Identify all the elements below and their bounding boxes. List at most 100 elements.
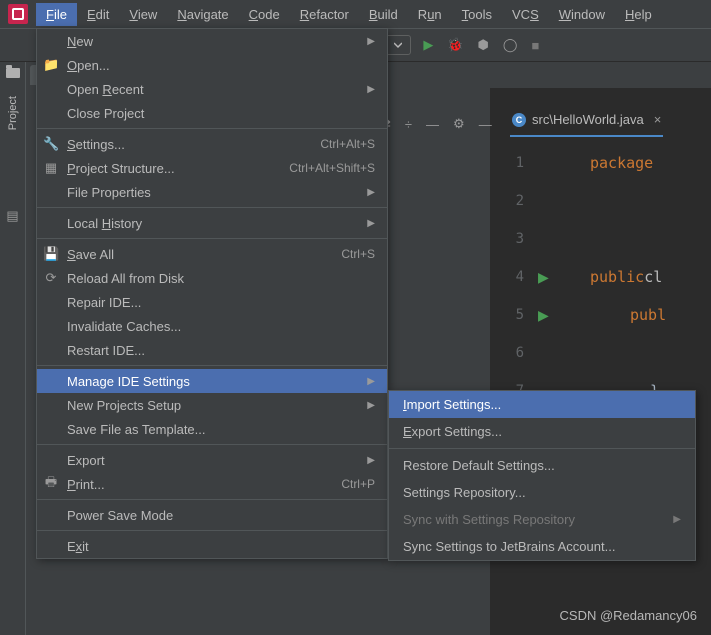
gear-icon[interactable]: ⚙ bbox=[453, 116, 465, 132]
label: Restore Default Settings... bbox=[403, 458, 555, 473]
debug-icon[interactable]: 🐞 bbox=[447, 37, 463, 53]
submenuitem-export-settings[interactable]: Export Settings... bbox=[389, 418, 695, 445]
line-num: 1 bbox=[516, 144, 530, 182]
run-gutter: ▶ ▶ bbox=[538, 144, 558, 334]
separator bbox=[37, 444, 387, 445]
file-icon[interactable]: ▤ bbox=[6, 208, 18, 224]
folder-icon: 📁 bbox=[43, 57, 59, 73]
label: Settings Repository... bbox=[403, 485, 526, 500]
code-token: publ bbox=[630, 306, 666, 324]
submenuitem-restore-default-settings[interactable]: Restore Default Settings... bbox=[389, 452, 695, 479]
menu-navigate[interactable]: Navigate bbox=[167, 3, 238, 26]
menu-edit[interactable]: Edit bbox=[77, 3, 119, 26]
editor-toolbar: ⇄ ÷ — ⚙ — bbox=[380, 116, 492, 132]
chevron-down-icon bbox=[394, 41, 402, 49]
separator bbox=[389, 448, 695, 449]
separator bbox=[37, 238, 387, 239]
stop-icon[interactable]: ■ bbox=[531, 38, 539, 53]
menu-help[interactable]: Help bbox=[615, 3, 662, 26]
editor-tab[interactable]: C src\HelloWorld.java × bbox=[510, 108, 663, 137]
shortcut: Ctrl+S bbox=[341, 247, 375, 261]
label: File Properties bbox=[67, 185, 151, 200]
menu-code[interactable]: Code bbox=[239, 3, 290, 26]
menuitem-open[interactable]: 📁 Open... bbox=[37, 53, 387, 77]
intellij-logo-icon bbox=[8, 4, 28, 24]
code-token: package bbox=[590, 154, 653, 172]
label: Open Recent bbox=[67, 82, 144, 97]
menuitem-power-save-mode[interactable]: Power Save Mode bbox=[37, 503, 387, 527]
menuitem-close-project[interactable]: Close Project bbox=[37, 101, 387, 125]
run-icon[interactable]: ▶ bbox=[423, 37, 433, 53]
code-token: cl bbox=[644, 268, 662, 286]
label: Invalidate Caches... bbox=[67, 319, 181, 334]
menuitem-save-file-as-template[interactable]: Save File as Template... bbox=[37, 417, 387, 441]
coverage-icon[interactable]: ⬢ bbox=[478, 37, 489, 53]
menuitem-export[interactable]: Export ▶ bbox=[37, 448, 387, 472]
submenu-arrow-icon: ▶ bbox=[367, 455, 375, 466]
menuitem-local-history[interactable]: Local History▶ bbox=[37, 211, 387, 235]
submenuitem-import-settings[interactable]: Import Settings... bbox=[389, 391, 695, 418]
menu-refactor[interactable]: Refactor bbox=[290, 3, 359, 26]
file-name: src\HelloWorld.java bbox=[532, 112, 644, 127]
submenuitem-sync-settings-to-jetbrains-account[interactable]: Sync Settings to JetBrains Account... bbox=[389, 533, 695, 560]
label: Repair IDE... bbox=[67, 295, 141, 310]
left-sidebar: Project ▤ bbox=[0, 62, 26, 635]
menuitem-open-recent[interactable]: Open Recent ▶ bbox=[37, 77, 387, 101]
menuitem-settings[interactable]: 🔧Settings...Ctrl+Alt+S bbox=[37, 132, 387, 156]
line-num: 5 bbox=[516, 296, 530, 334]
folder-icon[interactable] bbox=[6, 68, 20, 78]
label: Open... bbox=[67, 58, 110, 73]
menuitem-invalidate-caches[interactable]: Invalidate Caches... bbox=[37, 314, 387, 338]
menuitem-manage-ide-settings[interactable]: Manage IDE Settings▶ bbox=[37, 369, 387, 393]
menu-run[interactable]: Run bbox=[408, 3, 452, 26]
code-token: public bbox=[590, 268, 644, 286]
watermark: CSDN @Redamancy06 bbox=[560, 608, 697, 623]
shortcut: Ctrl+P bbox=[341, 477, 375, 491]
menu-file[interactable]: File bbox=[36, 3, 77, 26]
code-area[interactable]: package public cl publ } bbox=[590, 144, 666, 410]
menu-bar: FileEditViewNavigateCodeRefactorBuildRun… bbox=[0, 0, 711, 28]
menuitem-restart-ide[interactable]: Restart IDE... bbox=[37, 338, 387, 362]
menuitem-new-projects-setup[interactable]: New Projects Setup▶ bbox=[37, 393, 387, 417]
menu-build[interactable]: Build bbox=[359, 3, 408, 26]
profile-icon[interactable]: ◯ bbox=[503, 37, 518, 53]
label: Exit bbox=[67, 539, 89, 554]
submenuitem-settings-repository[interactable]: Settings Repository... bbox=[389, 479, 695, 506]
submenu-arrow-icon: ▶ bbox=[367, 84, 375, 95]
menu-vcs[interactable]: VCS bbox=[502, 3, 549, 26]
label: Export bbox=[67, 453, 105, 468]
submenu-arrow-icon: ▶ bbox=[367, 400, 375, 411]
print-icon: 🖶 bbox=[43, 473, 59, 495]
label: Close Project bbox=[67, 106, 144, 121]
save-icon: 💾 bbox=[43, 246, 59, 262]
run-line-icon[interactable]: ▶ bbox=[538, 258, 558, 296]
separator bbox=[37, 365, 387, 366]
label: Manage IDE Settings bbox=[67, 374, 190, 389]
run-line-icon[interactable]: ▶ bbox=[538, 296, 558, 334]
project-tool-label[interactable]: Project bbox=[7, 92, 19, 134]
menuitem-new[interactable]: New▶ bbox=[37, 29, 387, 53]
menu-tools[interactable]: Tools bbox=[452, 3, 502, 26]
line-num: 3 bbox=[516, 220, 530, 258]
menuitem-repair-ide[interactable]: Repair IDE... bbox=[37, 290, 387, 314]
menuitem-reload-all-from-disk[interactable]: ⟳Reload All from Disk bbox=[37, 266, 387, 290]
label: Print... bbox=[67, 477, 105, 492]
menu-window[interactable]: Window bbox=[549, 3, 615, 26]
separator: ÷ bbox=[405, 117, 412, 132]
shortcut: Ctrl+Alt+Shift+S bbox=[289, 161, 375, 175]
collapse-icon[interactable]: — bbox=[479, 117, 492, 132]
menu-view[interactable]: View bbox=[119, 3, 167, 26]
menuitem-save-all[interactable]: 💾 Save All Ctrl+S bbox=[37, 242, 387, 266]
menuitem-print[interactable]: 🖶 Print... Ctrl+P bbox=[37, 472, 387, 496]
menuitem-project-structure[interactable]: ▦Project Structure...Ctrl+Alt+Shift+S bbox=[37, 156, 387, 180]
label: Save All bbox=[67, 247, 114, 262]
menuitem-exit[interactable]: Exit bbox=[37, 534, 387, 558]
separator bbox=[37, 499, 387, 500]
label: Sync with Settings Repository bbox=[403, 512, 575, 527]
line-gutter: 1 2 3 4 5 6 7 bbox=[500, 144, 530, 410]
minus-icon[interactable]: — bbox=[426, 117, 439, 132]
close-tab-icon[interactable]: × bbox=[654, 112, 662, 127]
label: Save File as Template... bbox=[67, 422, 206, 437]
menuitem-file-properties[interactable]: File Properties▶ bbox=[37, 180, 387, 204]
structure-icon: ▦ bbox=[43, 160, 59, 176]
